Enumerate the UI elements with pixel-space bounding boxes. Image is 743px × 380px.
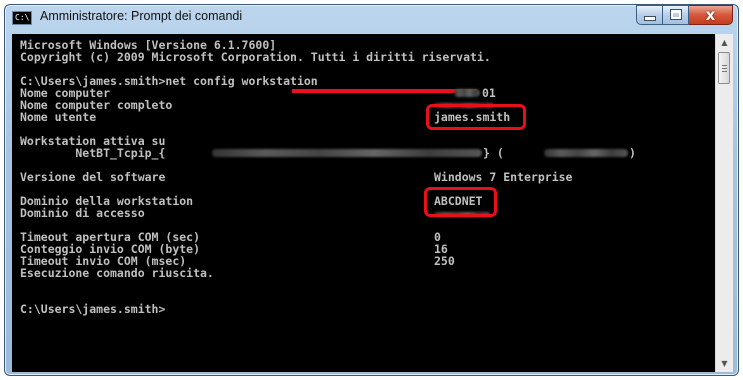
minimize-button[interactable] (636, 5, 663, 25)
scroll-up-icon[interactable]: ▲ (716, 34, 733, 51)
command-prompt-window: C:\ Amministratore: Prompt dei comandi x… (4, 4, 739, 376)
label-netbt: NetBT_Tcpip_{ (20, 146, 166, 160)
scroll-down-icon[interactable]: ▼ (716, 355, 733, 372)
com-send-timeout-value: 250 (434, 254, 455, 268)
title-bar[interactable]: C:\ Amministratore: Prompt dei comandi x (4, 4, 739, 32)
success-message: Esecuzione comando riuscita. (20, 266, 214, 280)
grip-line (722, 65, 727, 66)
minimize-icon (645, 17, 655, 20)
copyright-line: Copyright (c) 2009 Microsoft Corporation… (20, 50, 491, 64)
netbt-middle: } ( (483, 146, 504, 160)
grip-line (722, 68, 727, 69)
software-version-value: Windows 7 Enterprise (434, 170, 573, 184)
grip-line (722, 71, 727, 72)
blurred-guid (212, 149, 482, 157)
scroll-thumb[interactable] (718, 52, 730, 84)
redaction-bar (292, 89, 477, 93)
user-name-highlight (426, 104, 526, 130)
vertical-scrollbar[interactable]: ▲ ▼ (715, 34, 733, 372)
netbt-end: ) (629, 146, 636, 160)
label-user-name: Nome utente (20, 110, 97, 124)
console-output[interactable]: Microsoft Windows [Versione 6.1.7600] Co… (12, 34, 715, 372)
cmd-icon[interactable]: C:\ (12, 11, 32, 25)
cmd-icon-text: C:\ (15, 13, 30, 22)
label-logon-domain: Dominio di accesso (20, 206, 145, 220)
maximize-icon (671, 10, 681, 19)
blurred-mac-address (544, 149, 628, 157)
computer-name-value: 01 (482, 86, 496, 100)
command-prompt: C:\Users\james.smith> (20, 302, 166, 316)
maximize-button[interactable] (663, 5, 689, 25)
close-icon: x (705, 6, 716, 24)
domain-highlight (424, 187, 497, 217)
close-button[interactable]: x (689, 5, 733, 25)
window-title: Amministratore: Prompt dei comandi (40, 9, 243, 23)
label-software-version: Versione del software (20, 170, 166, 184)
window-controls: x (636, 5, 733, 25)
blurred-computer-name (454, 89, 480, 97)
